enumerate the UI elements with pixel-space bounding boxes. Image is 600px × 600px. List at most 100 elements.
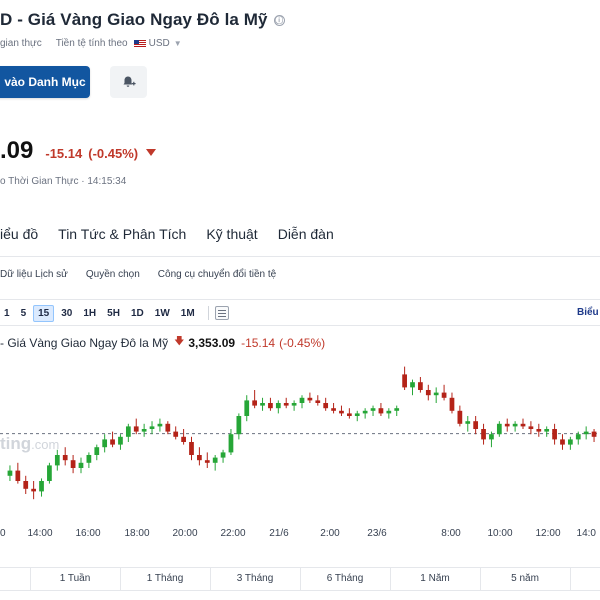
candle[interactable] — [165, 421, 171, 435]
tab-chart[interactable]: iểu đồ — [0, 226, 38, 242]
candle[interactable] — [362, 408, 368, 419]
candle[interactable] — [133, 418, 139, 435]
candle[interactable] — [260, 397, 265, 411]
candle[interactable] — [118, 434, 123, 450]
candle[interactable] — [568, 436, 573, 450]
candle[interactable] — [94, 444, 100, 461]
candle[interactable] — [125, 423, 131, 442]
candle[interactable] — [449, 392, 455, 414]
candle[interactable] — [544, 426, 550, 437]
timeframe-5[interactable]: 5 — [17, 306, 31, 321]
range-option[interactable]: 5 năm — [511, 573, 539, 584]
candle[interactable] — [457, 405, 463, 427]
range-option[interactable]: 1 Tuần — [60, 573, 91, 584]
tab-technical[interactable]: Kỹ thuật — [206, 226, 257, 242]
candle[interactable] — [331, 403, 336, 414]
candle[interactable] — [394, 405, 400, 416]
candle[interactable] — [315, 395, 321, 406]
candle[interactable] — [212, 455, 218, 471]
candle[interactable] — [252, 390, 258, 409]
candle[interactable] — [591, 429, 597, 442]
candle[interactable] — [473, 416, 479, 435]
candle[interactable] — [339, 405, 344, 416]
candle[interactable] — [141, 423, 147, 437]
range-option[interactable]: 6 Tháng — [327, 573, 364, 584]
candle[interactable] — [299, 395, 305, 409]
price-chart[interactable] — [0, 350, 600, 526]
candle[interactable] — [47, 462, 52, 484]
range-option[interactable]: 1 Tháng — [147, 573, 184, 584]
candle[interactable] — [78, 457, 84, 474]
chevron-down-icon[interactable]: ▼ — [174, 39, 182, 48]
range-option[interactable]: 1 Năm — [420, 573, 449, 584]
candle[interactable] — [31, 481, 36, 500]
range-option[interactable]: 3 Tháng — [237, 573, 274, 584]
add-to-portfolio-button[interactable]: vào Danh Mục — [0, 66, 90, 98]
candle[interactable] — [307, 392, 313, 403]
timeframe-1d[interactable]: 1D — [127, 306, 148, 321]
candle[interactable] — [370, 405, 376, 416]
candle[interactable] — [70, 455, 76, 474]
candle[interactable] — [512, 421, 518, 432]
candle[interactable] — [283, 397, 289, 409]
timeframe-5h[interactable]: 5H — [103, 306, 124, 321]
candle[interactable] — [536, 423, 542, 437]
candle[interactable] — [173, 426, 179, 440]
candle[interactable] — [528, 421, 534, 435]
candle[interactable] — [102, 434, 108, 453]
chart-settings-icon[interactable] — [214, 306, 229, 320]
subtab-currency-converter[interactable]: Công cụ chuyển đổi tiền tệ — [158, 269, 276, 280]
chart-type-label[interactable]: Biểu — [577, 307, 599, 318]
candle[interactable] — [15, 462, 21, 484]
candle[interactable] — [441, 384, 447, 401]
candle[interactable] — [86, 452, 92, 468]
candle[interactable] — [425, 384, 431, 401]
candle[interactable] — [481, 423, 486, 445]
timeframe-1w[interactable]: 1W — [151, 306, 174, 321]
subtab-historical-data[interactable]: Dữ liệu Lịch sử — [0, 269, 68, 280]
candle[interactable] — [560, 434, 565, 450]
candle[interactable] — [402, 366, 407, 390]
candle[interactable] — [189, 436, 194, 461]
candle[interactable] — [275, 400, 281, 414]
candle[interactable] — [244, 395, 250, 422]
candle[interactable] — [520, 418, 526, 429]
candle[interactable] — [323, 397, 329, 411]
candle[interactable] — [465, 416, 471, 432]
timeframe-30[interactable]: 30 — [57, 306, 76, 321]
candle[interactable] — [220, 449, 226, 463]
candle[interactable] — [62, 447, 68, 466]
candle[interactable] — [236, 413, 242, 440]
candle[interactable] — [157, 418, 163, 432]
candle[interactable] — [552, 423, 557, 445]
candle[interactable] — [268, 397, 273, 411]
create-alert-button[interactable] — [110, 66, 147, 98]
candle[interactable] — [149, 421, 155, 435]
timeframe-1[interactable]: 1 — [0, 306, 14, 321]
candle[interactable] — [378, 403, 384, 416]
candle[interactable] — [433, 387, 439, 403]
candle[interactable] — [418, 377, 423, 393]
candle[interactable] — [39, 478, 44, 497]
candle[interactable] — [504, 418, 510, 432]
timeframe-1h[interactable]: 1H — [79, 306, 100, 321]
candle[interactable] — [197, 447, 202, 466]
subtab-options[interactable]: Quyền chọn — [86, 269, 140, 280]
currency-value[interactable]: USD — [149, 38, 170, 49]
candle[interactable] — [54, 449, 60, 471]
candle[interactable] — [496, 421, 502, 437]
candle[interactable] — [346, 408, 352, 419]
info-icon[interactable]: ⓘ — [273, 14, 285, 26]
timeframe-15[interactable]: 15 — [33, 304, 55, 322]
candle[interactable] — [181, 429, 186, 445]
candle[interactable] — [204, 452, 210, 468]
candle[interactable] — [7, 465, 13, 481]
timeframe-1m[interactable]: 1M — [177, 306, 199, 321]
candle[interactable] — [386, 408, 392, 419]
candle[interactable] — [583, 426, 589, 440]
candle[interactable] — [354, 410, 360, 422]
candle[interactable] — [23, 475, 29, 494]
candle[interactable] — [410, 379, 415, 396]
candle[interactable] — [291, 400, 297, 411]
candle[interactable] — [228, 429, 234, 455]
